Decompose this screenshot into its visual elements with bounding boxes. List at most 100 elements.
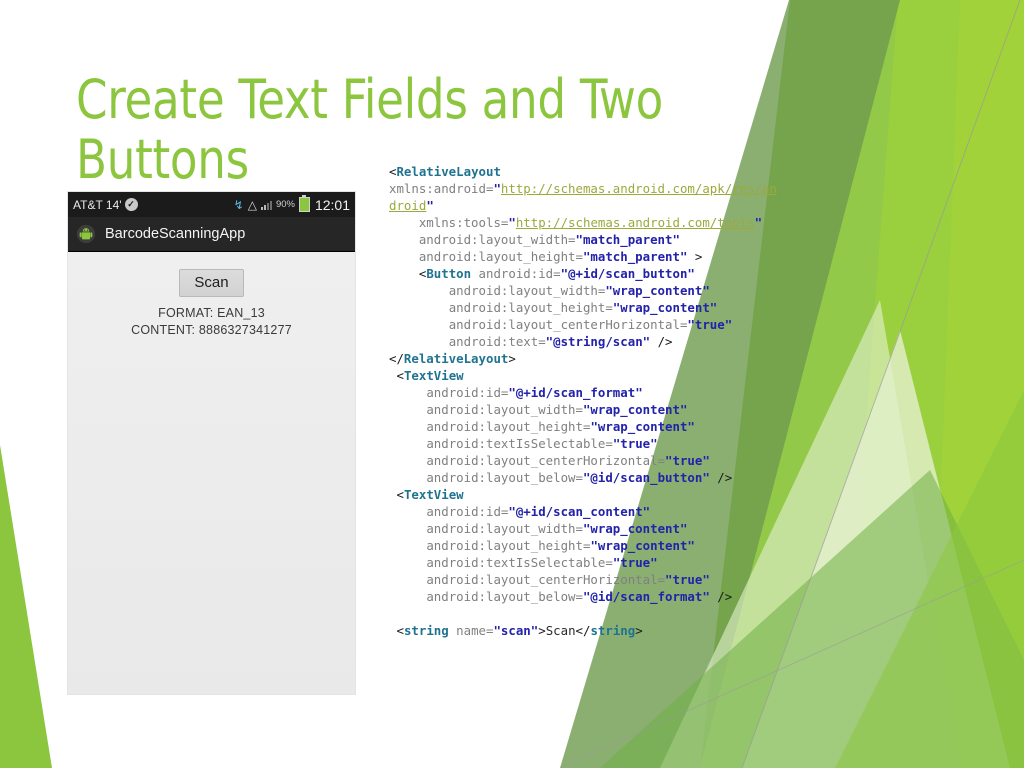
code-token-attr: android:layout_width=: [389, 283, 606, 298]
code-token-tag: Button: [426, 266, 472, 281]
code-token-brk: <: [389, 487, 404, 502]
code-token-attr: android:layout_centerHorizontal=: [389, 572, 666, 587]
code-line: android:id="@+id/scan_content": [389, 503, 781, 520]
code-line: android:id="@+id/scan_format": [389, 384, 781, 401]
code-token-attr: android:layout_height=: [389, 300, 613, 315]
code-token-brk: >: [538, 623, 546, 638]
app-name-label: BarcodeScanningApp: [105, 226, 246, 242]
code-token-brk: </: [575, 623, 591, 638]
code-token-val: "true": [612, 436, 658, 451]
code-token-tag: RelativeLayout: [396, 164, 501, 179]
code-token-attr: name=: [448, 623, 494, 638]
code-token-brk: />: [709, 589, 733, 604]
code-token-brk: <: [389, 623, 404, 638]
code-token-val: "wrap_content": [590, 538, 695, 553]
code-token-brk: </: [389, 351, 404, 366]
code-line: android:layout_centerHorizontal="true": [389, 571, 781, 588]
code-line: android:textIsSelectable="true": [389, 435, 781, 452]
code-token-brk: >: [508, 351, 516, 366]
carrier-label: AT&T 14': [73, 197, 122, 212]
code-token-txt: Scan: [545, 623, 576, 638]
code-token-attr: android:textIsSelectable=: [389, 436, 613, 451]
code-token-attr: android:layout_centerHorizontal=: [389, 453, 666, 468]
code-token-attr: android:layout_width=: [389, 402, 583, 417]
code-token-brk: [389, 606, 396, 621]
code-token-val: "wrap_content": [612, 300, 718, 315]
code-token-val: "@id/scan_button": [582, 470, 710, 485]
code-token-val: "true": [665, 453, 710, 468]
code-token-attr: android:layout_centerHorizontal=: [389, 317, 688, 332]
code-token-brk: />: [709, 470, 733, 485]
code-line: <RelativeLayout: [389, 163, 781, 180]
code-token-val: "@+id/scan_content": [508, 504, 651, 519]
code-token-tag: TextView: [403, 487, 464, 502]
code-token-val: "wrap_content": [582, 521, 688, 536]
code-token-attr: android:textIsSelectable=: [389, 555, 613, 570]
signal-bars-icon: [260, 199, 272, 210]
code-token-brk: />: [650, 334, 673, 349]
phone-content-area: Scan FORMAT: EAN_13 CONTENT: 88863273412…: [68, 252, 355, 337]
check-icon: ✓: [124, 198, 138, 211]
code-token-val: "@+id/scan_button": [560, 266, 695, 281]
code-token-val: "@string/scan": [545, 334, 651, 349]
code-token-attr: android:layout_below=: [389, 589, 583, 604]
code-token-val: "wrap_content": [590, 419, 695, 434]
code-line: xmlns:tools="http://schemas.android.com/…: [389, 214, 781, 231]
code-line: android:layout_height="match_parent" >: [389, 248, 781, 265]
code-line: android:layout_height="wrap_content": [389, 537, 781, 554]
code-token-val: ": [493, 181, 501, 196]
code-token-val: "@+id/scan_format": [508, 385, 643, 400]
code-token-attr: android:id=: [389, 385, 509, 400]
code-line: android:layout_below="@id/scan_format" /…: [389, 588, 781, 605]
code-line: android:layout_centerHorizontal="true": [389, 452, 781, 469]
code-line: </RelativeLayout>: [389, 350, 781, 367]
scan-button[interactable]: Scan: [179, 269, 244, 297]
android-action-bar: BarcodeScanningApp: [68, 217, 355, 252]
battery-percent-label: 90%: [275, 199, 295, 210]
code-token-tag: RelativeLayout: [403, 351, 509, 366]
code-token-val: "wrap_content": [605, 283, 710, 298]
code-token-val: ": [754, 215, 763, 230]
scan-content-text: CONTENT: 8886327341277: [131, 323, 292, 337]
code-token-brk: >: [635, 623, 643, 638]
code-token-attr: android:layout_width=: [389, 232, 576, 247]
code-token-attr: android:text=: [389, 334, 546, 349]
code-token-attr: android:layout_height=: [389, 538, 591, 553]
code-token-tag: string: [590, 623, 636, 638]
code-token-val: ": [508, 215, 516, 230]
code-token-attr: xmlns:tools=: [389, 215, 509, 230]
code-line: android:layout_width="wrap_content": [389, 520, 781, 537]
code-line: android:layout_below="@id/scan_button" /…: [389, 469, 781, 486]
code-line: android:layout_width="wrap_content": [389, 401, 781, 418]
code-token-tag: string: [403, 623, 449, 638]
code-token-val: "match_parent": [582, 249, 688, 264]
code-token-val: "true": [612, 555, 658, 570]
code-token-brk: >: [687, 249, 703, 264]
code-line: <string name="scan">Scan</string>: [389, 622, 781, 639]
code-token-brk: <: [389, 368, 404, 383]
code-token-url: http://schemas.android.com/tools: [515, 215, 755, 230]
code-line: <TextView: [389, 486, 781, 503]
code-token-val: ": [426, 198, 434, 213]
code-token-attr: android:id=: [471, 266, 561, 281]
code-token-brk: <: [389, 266, 427, 281]
code-token-attr: android:layout_height=: [389, 419, 591, 434]
slide: Create Text Fields and Two Buttons AT&T …: [0, 0, 1024, 768]
android-robot-icon: [76, 224, 96, 244]
code-line: android:textIsSelectable="true": [389, 554, 781, 571]
code-line: xmlns:android="http://schemas.android.co…: [389, 180, 781, 214]
code-token-tag: TextView: [403, 368, 464, 383]
code-token-attr: android:layout_below=: [389, 470, 583, 485]
code-token-attr: xmlns:android=: [389, 181, 494, 196]
code-line: [389, 605, 781, 622]
code-line: android:layout_width="match_parent": [389, 231, 781, 248]
phone-screenshot: AT&T 14' ✓ ↯ △ 90% 12:01 BarcodeScanning…: [68, 192, 355, 694]
code-line: <TextView: [389, 367, 781, 384]
code-token-attr: android:id=: [389, 504, 509, 519]
code-token-val: "scan": [493, 623, 539, 638]
wifi-icon: △: [247, 197, 257, 212]
clock-label: 12:01: [314, 196, 350, 213]
battery-icon: [298, 195, 310, 212]
code-token-attr: android:layout_height=: [389, 249, 583, 264]
code-line: android:layout_height="wrap_content": [389, 299, 781, 316]
